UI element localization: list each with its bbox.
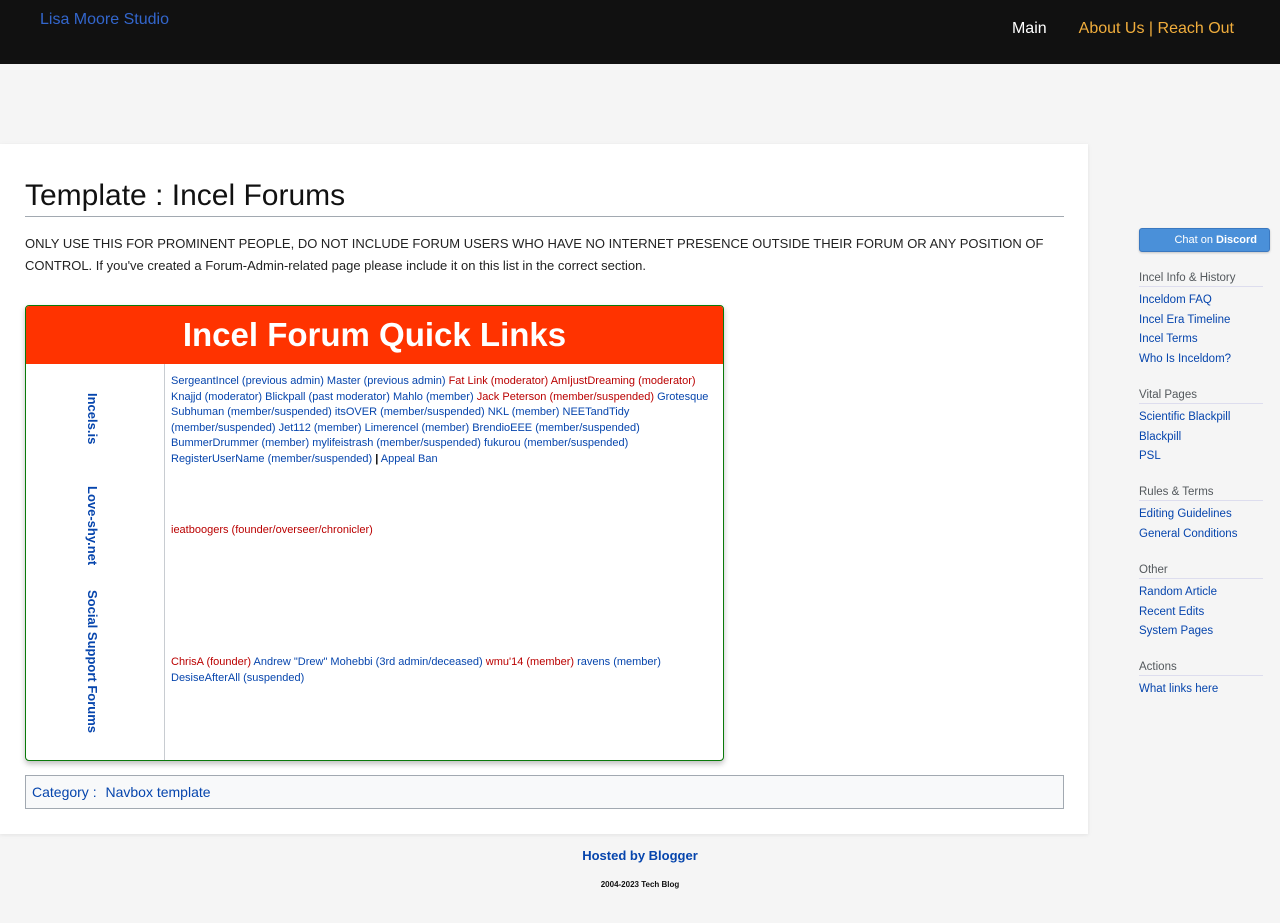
sidebar-link[interactable]: PSL	[1139, 450, 1161, 462]
group-label-social-support[interactable]: Social Support Forums	[85, 590, 100, 733]
sidebar: Chat on Discord Incel Info & History Ince…	[1139, 228, 1270, 695]
sidebar-link[interactable]: Blackpill	[1139, 431, 1181, 443]
discord-brand: Discord	[1216, 234, 1257, 246]
navbox-link[interactable]: itsOVER (member/suspended)	[335, 406, 485, 418]
category-links: Category : Navbox template	[25, 775, 1064, 809]
navbox-link[interactable]: Jack Peterson (member/suspended)	[477, 391, 654, 403]
navbox-link[interactable]: NKL (member)	[488, 406, 560, 418]
navbox-link[interactable]: Andrew "Drew" Mohebbi (3rd admin/decease…	[254, 656, 483, 668]
sidebar-link[interactable]: Who Is Inceldom?	[1139, 353, 1231, 365]
sidebar-portal: Incel Info & History Inceldom FAQ Incel Er…	[1139, 272, 1263, 370]
nav-link-about[interactable]: About Us | Reach Out	[1079, 20, 1234, 38]
site-logo[interactable]: Lisa Moore Studio	[40, 11, 169, 29]
sidebar-portal: Actions What links here	[1139, 661, 1263, 700]
main-content: Template : Incel Forums ONLY USE THIS FO…	[0, 144, 1088, 834]
navbox: Incel Forum Quick Links Incels.is Love-s…	[25, 305, 724, 761]
navbox-link[interactable]: BummerDrummer (member)	[171, 437, 309, 449]
sidebar-portal-title: Vital Pages	[1139, 389, 1263, 404]
navbox-link[interactable]: ieatboogers (founder/overseer/chronicler…	[171, 524, 373, 536]
navbox-link[interactable]: AmIjustDreaming (moderator)	[551, 375, 696, 387]
navbox-link[interactable]: Limerencel (member)	[365, 422, 470, 434]
sidebar-link[interactable]: Incel Terms	[1139, 333, 1198, 345]
navbox-link[interactable]: ChrisA (founder)	[171, 656, 251, 668]
navbox-link[interactable]: fukurou (member/suspended)	[484, 437, 628, 449]
sidebar-portal: Rules & Terms Editing Guidelines General C…	[1139, 486, 1263, 544]
navbox-link[interactable]: ravens (member)	[577, 656, 661, 668]
page-title: Template : Incel Forums	[25, 178, 1064, 217]
sidebar-portal-title: Other	[1139, 564, 1263, 579]
navbox-link[interactable]: Blickpall (past moderator)	[265, 391, 390, 403]
sidebar-link[interactable]: Recent Edits	[1139, 606, 1204, 618]
discord-prefix: Chat on	[1174, 234, 1213, 246]
navbox-link[interactable]: Mahlo (member)	[393, 391, 474, 403]
hosted-by-link[interactable]: Hosted by Blogger	[0, 848, 1280, 863]
group-label-love-shy[interactable]: Love-shy.net	[85, 486, 100, 565]
sidebar-link[interactable]: Scientific Blackpill	[1139, 411, 1230, 423]
navbox-title: Incel Forum Quick Links	[26, 306, 723, 364]
navbox-list-social-support: ChrisA (founder) Andrew "Drew" Mohebbi (…	[171, 655, 721, 686]
sidebar-link[interactable]: General Conditions	[1139, 528, 1237, 540]
discord-chat-button[interactable]: Chat on Discord	[1139, 228, 1270, 252]
top-navigation-bar: Lisa Moore Studio Main About Us | Reach …	[0, 0, 1280, 64]
sidebar-portal: Other Random Article Recent Edits System Pa…	[1139, 564, 1263, 642]
sidebar-portal-title: Rules & Terms	[1139, 486, 1263, 501]
navbox-link[interactable]: BrendioEEE (member/suspended)	[472, 422, 640, 434]
appeal-ban-link[interactable]: Appeal Ban	[381, 453, 438, 465]
navbox-groups-column: Incels.is Love-shy.net Social Support Fo…	[26, 364, 165, 760]
navbox-link[interactable]: SergeantIncel (previous admin)	[171, 375, 324, 387]
group-label-incels-is[interactable]: Incels.is	[85, 393, 100, 444]
sidebar-link[interactable]: Editing Guidelines	[1139, 508, 1232, 520]
sidebar-link[interactable]: Random Article	[1139, 586, 1217, 598]
navbox-link[interactable]: DesiseAfterAll (suspended)	[171, 672, 304, 684]
category-link-navbox-template[interactable]: Navbox template	[105, 784, 210, 800]
navbox-link[interactable]: Master (previous admin)	[327, 375, 446, 387]
navbox-link[interactable]: wmu'14 (member)	[486, 656, 574, 668]
navbox-link[interactable]: Jet112 (member)	[279, 422, 362, 434]
navbox-list-incels-is: SergeantIncel (previous admin) Master (p…	[171, 374, 721, 468]
sidebar-portal-title: Actions	[1139, 661, 1263, 676]
navbox-body: Incels.is Love-shy.net Social Support Fo…	[26, 364, 723, 760]
navbox-list-love-shy: ieatboogers (founder/overseer/chronicler…	[171, 523, 721, 539]
navbox-link[interactable]: Knajjd (moderator)	[171, 391, 262, 403]
sidebar-link[interactable]: Inceldom FAQ	[1139, 294, 1212, 306]
sidebar-portal-title: Incel Info & History	[1139, 272, 1263, 287]
nav-link-main[interactable]: Main	[1012, 20, 1047, 38]
list-separator: |	[375, 452, 379, 465]
sidebar-portal: Vital Pages Scientific Blackpill Blackpill…	[1139, 389, 1263, 467]
navbox-link[interactable]: RegisterUserName (member/suspended)	[171, 453, 372, 465]
sidebar-link[interactable]: Incel Era Timeline	[1139, 314, 1230, 326]
intro-text: ONLY USE THIS FOR PROMINENT PEOPLE, DO N…	[25, 236, 1044, 273]
sidebar-link[interactable]: What links here	[1139, 683, 1218, 695]
navbox-link[interactable]: Fat Link (moderator)	[449, 375, 549, 387]
navbox-link[interactable]: mylifeistrash (member/suspended)	[312, 437, 481, 449]
category-label: Category :	[32, 784, 97, 800]
main-nav: Main About Us | Reach Out	[1012, 20, 1234, 38]
site-logo-alt-text: Lisa Moore Studio	[40, 11, 169, 28]
footer-copyright: 2004-2023 Tech Blog	[600, 880, 680, 889]
sidebar-link[interactable]: System Pages	[1139, 625, 1213, 637]
